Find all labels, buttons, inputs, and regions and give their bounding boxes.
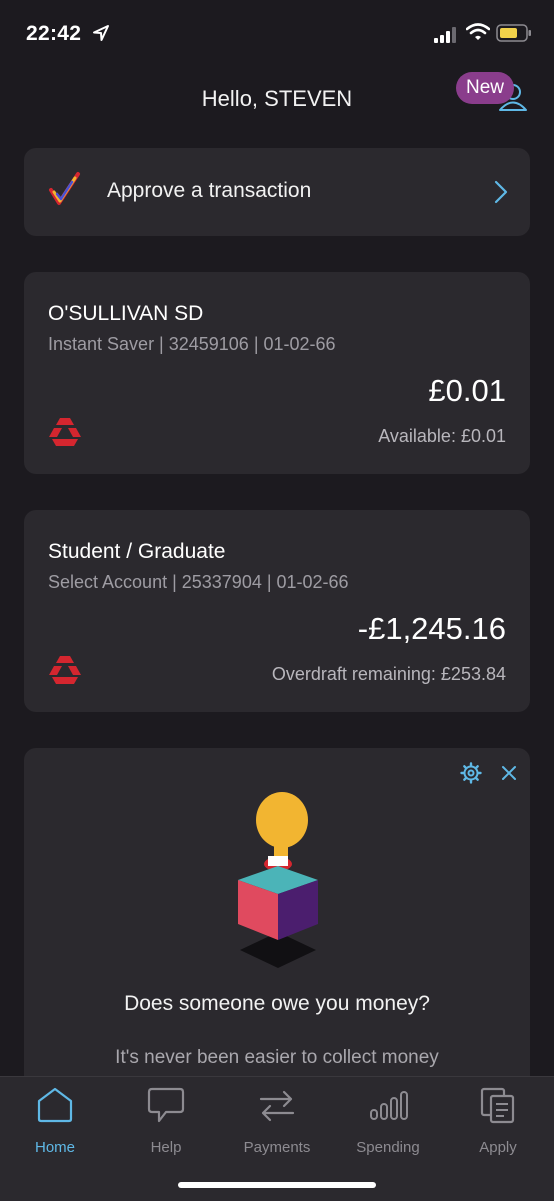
tab-label: Home — [34, 1139, 75, 1156]
account-name: Student / Graduate — [48, 540, 226, 563]
approve-transaction-label: Approve a transaction — [107, 179, 312, 202]
home-icon — [37, 1087, 73, 1123]
tab-label: Apply — [479, 1139, 517, 1156]
account-name: O'SULLIVAN SD — [48, 302, 204, 325]
bar-chart-icon — [370, 1091, 408, 1120]
status-bar: 22:42 — [0, 0, 554, 66]
battery-icon — [496, 24, 531, 42]
documents-icon — [480, 1087, 515, 1124]
natwest-logo-icon — [49, 418, 81, 446]
tab-apply[interactable]: Apply — [443, 1085, 553, 1156]
tab-label: Spending — [356, 1139, 420, 1156]
close-icon[interactable] — [500, 764, 518, 782]
account-details: Select Account | 25337904 | 01-02-66 — [48, 572, 349, 592]
gear-icon[interactable] — [460, 762, 482, 784]
tab-home[interactable]: Home — [0, 1085, 110, 1156]
tab-label: Payments — [243, 1139, 311, 1156]
account-card-instant-saver[interactable]: O'SULLIVAN SD Instant Saver | 32459106 |… — [24, 272, 530, 474]
account-details: Instant Saver | 32459106 | 01-02-66 — [48, 334, 336, 354]
lightbulb-cube-illustration — [238, 792, 318, 968]
chat-bubble-icon — [147, 1087, 185, 1123]
account-balance: £0.01 — [428, 373, 506, 408]
home-indicator — [178, 1182, 376, 1188]
tab-label: Help — [150, 1139, 182, 1156]
account-card-student-graduate[interactable]: Student / Graduate Select Account | 2533… — [24, 510, 530, 712]
natwest-logo-icon — [49, 656, 81, 684]
promo-card: Does someone owe you money? It's never b… — [24, 748, 530, 1088]
tab-spending[interactable]: Spending — [333, 1085, 443, 1156]
account-balance: -£1,245.16 — [357, 611, 506, 646]
chevron-right-icon — [494, 180, 508, 204]
new-badge[interactable]: New — [456, 72, 515, 104]
promo-body: It's never been easier to collect money — [115, 1047, 439, 1068]
promo-title: Does someone owe you money? — [124, 992, 430, 1015]
status-time: 22:42 — [26, 22, 82, 45]
overdraft-remaining: Overdraft remaining: £253.84 — [271, 664, 506, 684]
transfer-arrows-icon — [259, 1090, 295, 1122]
location-arrow-icon — [93, 25, 109, 41]
approve-check-icon — [49, 172, 80, 205]
available-balance: Available: £0.01 — [378, 426, 506, 446]
wifi-icon — [466, 23, 490, 40]
tab-help[interactable]: Help — [111, 1085, 221, 1156]
cellular-signal-icon — [434, 27, 456, 43]
approve-transaction-card[interactable]: Approve a transaction — [24, 148, 530, 236]
tab-payments[interactable]: Payments — [222, 1085, 332, 1156]
